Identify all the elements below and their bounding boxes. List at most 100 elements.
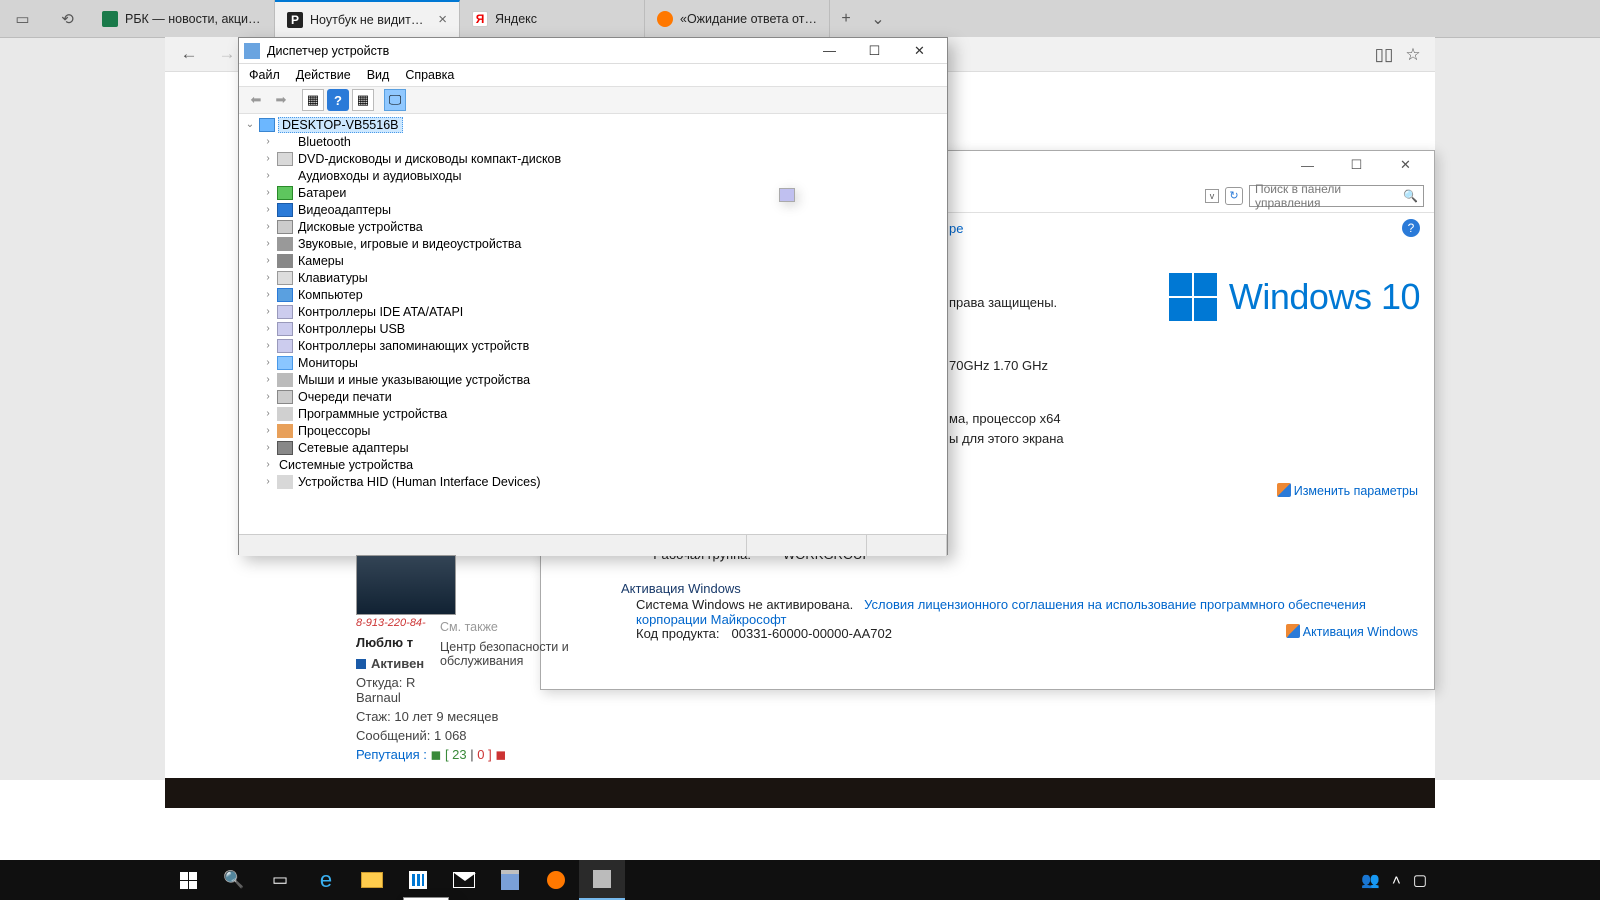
expand-icon[interactable]: ⌄ (244, 119, 256, 130)
expand-icon[interactable]: › (262, 357, 274, 368)
tree-node[interactable]: ›Очереди печати (244, 388, 942, 405)
close-button[interactable]: ✕ (1383, 153, 1428, 177)
expand-icon[interactable]: › (262, 306, 274, 317)
avast-button[interactable] (533, 860, 579, 900)
favicon-yandex: Я (472, 11, 488, 27)
menu-view[interactable]: Вид (367, 68, 390, 82)
tb-help-icon[interactable]: ? (327, 89, 349, 111)
tb-show-hidden-icon[interactable]: ▦ (302, 89, 324, 111)
tab-notebook[interactable]: P Ноутбук не видит сеть × (275, 0, 460, 37)
tab-yandex[interactable]: Я Яндекс (460, 0, 645, 37)
expand-icon[interactable]: › (262, 476, 274, 487)
back-icon[interactable]: ⟲ (45, 0, 90, 37)
tree-node[interactable]: ›Программные устройства (244, 405, 942, 422)
breadcrumb-dropdown[interactable]: v (1205, 189, 1219, 203)
tree-node[interactable]: ›Аудиовходы и аудиовыходы (244, 167, 942, 184)
explorer-button[interactable] (349, 860, 395, 900)
tb-forward-icon[interactable]: ➡ (270, 89, 292, 111)
minimize-button[interactable]: — (1285, 153, 1330, 177)
expand-icon[interactable]: › (262, 289, 274, 300)
tray-chevron-icon[interactable]: ˄ (1392, 872, 1401, 889)
nav-forward-button[interactable]: → (213, 40, 241, 68)
expand-icon[interactable]: › (262, 391, 274, 402)
tab-avast[interactable]: «Ожидание ответа от avas (645, 0, 830, 37)
search-icon[interactable]: 🔍 (1403, 189, 1418, 203)
expand-icon[interactable]: › (262, 187, 274, 198)
tree-node[interactable]: ›Мониторы (244, 354, 942, 371)
expand-icon[interactable]: › (262, 238, 274, 249)
expand-icon[interactable]: › (262, 323, 274, 334)
search-button[interactable]: 🔍 (211, 860, 257, 900)
tree-root[interactable]: ⌄ DESKTOP-VB5516B (244, 116, 942, 133)
expand-icon[interactable]: › (262, 374, 274, 385)
action-center-icon[interactable]: ▢ (1413, 871, 1427, 889)
expand-icon[interactable]: › (262, 204, 274, 215)
tree-node[interactable]: ›Контроллеры IDE ATA/ATAPI (244, 303, 942, 320)
task-view-button[interactable]: ▭ (257, 860, 303, 900)
dm-titlebar[interactable]: Диспетчер устройств — ☐ ✕ (239, 38, 947, 64)
tree-node[interactable]: ›Контроллеры запоминающих устройств (244, 337, 942, 354)
tree-node[interactable]: ›Батареи (244, 184, 942, 201)
dm-tree[interactable]: ⌄ DESKTOP-VB5516B ›Bluetooth›DVD-дисково… (239, 114, 947, 534)
security-center-link[interactable]: Центр безопасности и обслуживания (440, 640, 600, 668)
expand-icon[interactable]: › (262, 272, 274, 283)
expand-icon[interactable]: › (262, 425, 274, 436)
device-manager-button[interactable] (579, 860, 625, 900)
tab-rbc[interactable]: РБК — новости, акции, кур (90, 0, 275, 37)
menu-file[interactable]: Файл (249, 68, 280, 82)
tree-node[interactable]: ›Сетевые адаптеры (244, 439, 942, 456)
new-tab-button[interactable]: + (830, 10, 862, 28)
tree-node[interactable]: ›Камеры (244, 252, 942, 269)
edge-button[interactable]: e (303, 860, 349, 900)
tree-node[interactable]: ›Мыши и иные указывающие устройства (244, 371, 942, 388)
expand-icon[interactable]: › (262, 170, 274, 181)
help-icon[interactable]: ? (1402, 219, 1420, 237)
expand-icon[interactable]: › (262, 136, 274, 147)
expand-icon[interactable]: › (262, 340, 274, 351)
user-status: Активен (371, 656, 424, 671)
close-button[interactable]: ✕ (897, 38, 942, 64)
sidebar-toggle-icon[interactable]: ▭ (0, 0, 45, 37)
tree-node[interactable]: ›Видеоадаптеры (244, 201, 942, 218)
tabs-chevron-icon[interactable]: ⌄ (862, 9, 894, 29)
expand-icon[interactable]: › (262, 459, 274, 470)
favorite-star-icon[interactable]: ☆ (1401, 43, 1425, 67)
tb-back-icon[interactable]: ⬅ (245, 89, 267, 111)
maximize-button[interactable]: ☐ (1334, 153, 1379, 177)
tree-node[interactable]: ›Bluetooth (244, 133, 942, 150)
expand-icon[interactable]: › (262, 442, 274, 453)
people-icon[interactable]: 👥 (1361, 871, 1380, 889)
expand-icon[interactable]: › (262, 255, 274, 266)
tb-scan-icon[interactable]: 🖵 (384, 89, 406, 111)
nav-back-button[interactable]: ← (175, 40, 203, 68)
menu-action[interactable]: Действие (296, 68, 351, 82)
minimize-button[interactable]: — (807, 38, 852, 64)
refresh-button[interactable]: ↻ (1225, 187, 1243, 205)
change-params-link[interactable]: Изменить параметры (1277, 483, 1418, 498)
tree-node[interactable]: ›Устройства HID (Human Interface Devices… (244, 473, 942, 490)
search-box[interactable]: Поиск в панели управления 🔍 (1249, 185, 1424, 207)
expand-icon[interactable]: › (262, 221, 274, 232)
from-label: Откуда: R (356, 675, 415, 690)
mail-button[interactable] (441, 860, 487, 900)
activate-windows-link[interactable]: Активация Windows (1286, 624, 1418, 639)
start-button[interactable] (165, 860, 211, 900)
tree-node[interactable]: ›Системные устройства (244, 456, 942, 473)
store-button[interactable] (395, 860, 441, 900)
tree-node[interactable]: ›Контроллеры USB (244, 320, 942, 337)
tree-node[interactable]: ›Процессоры (244, 422, 942, 439)
expand-icon[interactable]: › (262, 153, 274, 164)
menu-help[interactable]: Справка (405, 68, 454, 82)
tree-node[interactable]: ›Дисковые устройства (244, 218, 942, 235)
link-fragment[interactable]: ре (949, 221, 963, 236)
reading-mode-icon[interactable]: ▯▯ (1372, 43, 1396, 67)
expand-icon[interactable]: › (262, 408, 274, 419)
notepad-button[interactable] (487, 860, 533, 900)
maximize-button[interactable]: ☐ (852, 38, 897, 64)
tree-node[interactable]: ›Звуковые, игровые и видеоустройства (244, 235, 942, 252)
tree-node[interactable]: ›DVD-дисководы и дисководы компакт-диско… (244, 150, 942, 167)
tree-node[interactable]: ›Компьютер (244, 286, 942, 303)
tb-properties-icon[interactable]: ▦ (352, 89, 374, 111)
close-tab-icon[interactable]: × (438, 11, 447, 28)
tree-node[interactable]: ›Клавиатуры (244, 269, 942, 286)
